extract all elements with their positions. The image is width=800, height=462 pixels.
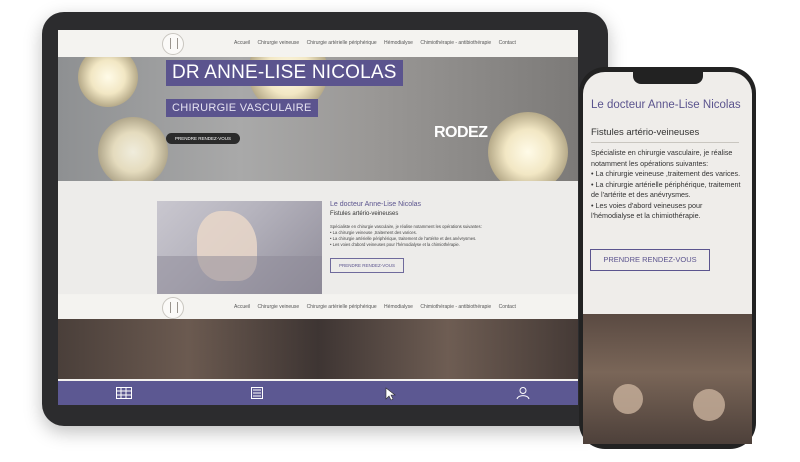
hands-photo-banner [58, 319, 578, 379]
section-subtitle: Fistules artério-veineuses [330, 211, 399, 217]
phone-body: Spécialiste en chirurgie vasculaire, je … [591, 148, 743, 222]
section-item: • Les voies d'abord veineuses pour l'hém… [330, 242, 460, 247]
nav-item-hemodialyse[interactable]: Hémodialyse [384, 304, 413, 310]
nav-item-chimiotherapie[interactable]: Chimiothérapie - antibiothérapie [420, 304, 491, 310]
nav-links: Accueil Chirurgie veineuse Chirurgie art… [234, 40, 522, 46]
section-appointment-button[interactable]: PRENDRE RENDEZ-VOUS [330, 258, 405, 273]
list-icon[interactable] [251, 387, 263, 399]
phone-item: • Les voies d'abord veineuses pour l'hém… [591, 200, 703, 221]
surgical-lamp-image [488, 112, 568, 181]
phone-item: • La chirurgie artérielle périphérique, … [591, 179, 741, 200]
phone-item: • La chirurgie veineuse ,traitement des … [591, 169, 741, 178]
phone-intro: Spécialiste en chirurgie vasculaire, je … [591, 148, 733, 168]
tablet-screen: Accueil Chirurgie veineuse Chirurgie art… [58, 30, 578, 405]
cursor-icon[interactable] [385, 387, 397, 401]
table-icon[interactable] [116, 387, 132, 399]
nav-item-accueil[interactable]: Accueil [234, 40, 250, 46]
phone-notch [633, 72, 703, 84]
nav-item-chimiotherapie[interactable]: Chimiothérapie - antibiothérapie [420, 40, 491, 46]
patient-photo [157, 201, 322, 294]
second-navbar: Accueil Chirurgie veineuse Chirurgie art… [58, 295, 578, 319]
divider [591, 142, 739, 143]
nav-item-hemodialyse[interactable]: Hémodialyse [384, 40, 413, 46]
nav-links: Accueil Chirurgie veineuse Chirurgie art… [234, 304, 522, 310]
nav-item-contact[interactable]: Contact [499, 40, 516, 46]
nav-item-accueil[interactable]: Accueil [234, 304, 250, 310]
nav-item-chirurgie-arterielle[interactable]: Chirurgie artérielle périphérique [307, 304, 377, 310]
surgical-lamp-image [78, 57, 138, 107]
nav-item-chirurgie-arterielle[interactable]: Chirurgie artérielle périphérique [307, 40, 377, 46]
phone-hands-photo [583, 314, 752, 444]
hero-title: DR ANNE-LISE NICOLAS [166, 60, 403, 86]
surgical-lamp-image [98, 117, 168, 181]
nav-item-chirurgie-veineuse[interactable]: Chirurgie veineuse [258, 40, 300, 46]
city-label: RODEZ [434, 124, 488, 141]
site-logo[interactable] [162, 33, 184, 55]
hero-subtitle: CHIRURGIE VASCULAIRE [166, 99, 318, 117]
user-icon[interactable] [516, 386, 530, 400]
nav-item-contact[interactable]: Contact [499, 304, 516, 310]
top-navbar: Accueil Chirurgie veineuse Chirurgie art… [58, 30, 578, 58]
phone-subtitle: Fistules artério-veineuses [591, 127, 700, 138]
section-title: Le docteur Anne-Lise Nicolas [330, 201, 422, 208]
phone-title: Le docteur Anne-Lise Nicolas [591, 99, 741, 111]
nav-item-chirurgie-veineuse[interactable]: Chirurgie veineuse [258, 304, 300, 310]
hero-appointment-button[interactable]: PRENDRE RENDEZ-VOUS [166, 133, 241, 144]
bottom-toolbar [58, 381, 578, 405]
site-logo[interactable] [162, 297, 184, 319]
section-body: Spécialiste en chirurgie vasculaire, je … [330, 224, 560, 248]
phone-appointment-button[interactable]: PRENDRE RENDEZ-VOUS [590, 249, 710, 271]
